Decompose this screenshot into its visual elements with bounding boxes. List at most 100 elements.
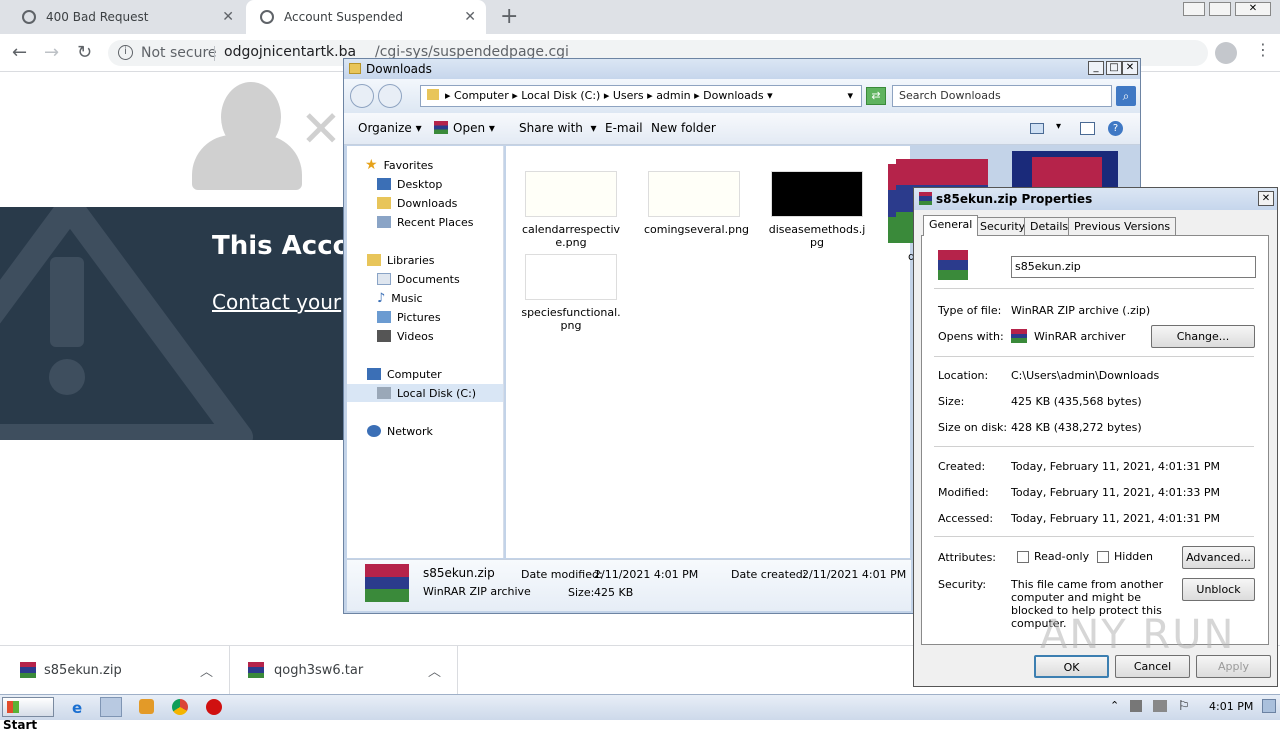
explorer-title: Downloads: [366, 62, 432, 76]
file-item[interactable]: diseasemethods.jpg: [767, 171, 867, 249]
tab-details[interactable]: Details: [1024, 217, 1075, 236]
chevron-up-icon[interactable]: ︿: [200, 661, 213, 680]
restore-icon[interactable]: [1209, 2, 1231, 16]
user-icon[interactable]: [1215, 42, 1237, 64]
nav-recent[interactable]: Recent Places: [377, 213, 474, 231]
contact-link[interactable]: Contact your: [212, 290, 341, 314]
libraries-icon: [367, 254, 381, 266]
nav-documents[interactable]: Documents: [377, 270, 460, 288]
size-value: 425 KB (435,568 bytes): [1011, 395, 1142, 408]
ok-button[interactable]: OK: [1034, 655, 1109, 678]
stop-icon[interactable]: [206, 699, 222, 715]
nav-videos[interactable]: Videos: [377, 327, 434, 345]
search-icon[interactable]: ⌕: [1116, 86, 1136, 106]
back-button[interactable]: [350, 84, 374, 108]
clock[interactable]: 4:01 PM: [1209, 700, 1253, 713]
nav-computer[interactable]: Computer: [367, 365, 442, 383]
hidden-checkbox[interactable]: Hidden: [1097, 550, 1153, 563]
apply-button[interactable]: Apply: [1196, 655, 1271, 678]
file-item[interactable]: comingseveral.png: [644, 171, 749, 236]
file-item[interactable]: calendarrespective.png: [521, 171, 621, 249]
file-item[interactable]: speciesfunctional.png: [521, 254, 621, 332]
forward-icon[interactable]: →: [44, 42, 59, 63]
tab-400-bad-request[interactable]: 400 Bad Request ✕: [8, 0, 244, 34]
open-menu[interactable]: Open ▾: [434, 121, 495, 135]
download-item[interactable]: s85ekun.zip ︿: [0, 646, 230, 694]
search-input[interactable]: Search Downloads: [892, 85, 1112, 107]
nav-downloads[interactable]: Downloads: [377, 194, 457, 212]
preview-pane-icon[interactable]: [1080, 122, 1095, 135]
properties-title-bar[interactable]: s85ekun.zip Properties ✕: [914, 188, 1277, 210]
explorer-title-bar[interactable]: Downloads _ □ ✕: [344, 59, 1140, 79]
new-folder-button[interactable]: New folder: [651, 121, 716, 135]
start-button[interactable]: Start: [2, 697, 54, 732]
folder-icon: [349, 63, 361, 74]
breadcrumb-item[interactable]: admin: [656, 89, 690, 102]
filename-input[interactable]: s85ekun.zip: [1011, 256, 1256, 278]
close-icon[interactable]: ✕: [222, 9, 234, 25]
share-menu[interactable]: Share with ▾: [519, 121, 597, 135]
back-icon[interactable]: ←: [12, 42, 27, 63]
nav-desktop[interactable]: Desktop: [377, 175, 442, 193]
speaker-icon[interactable]: [1130, 700, 1142, 712]
organize-label: Organize: [358, 121, 412, 135]
nav-music[interactable]: ♪ Music: [377, 289, 423, 307]
new-tab-icon[interactable]: +: [500, 4, 518, 29]
nav-local-disk[interactable]: Local Disk (C:): [347, 384, 503, 402]
location-value: C:\Users\admin\Downloads: [1011, 369, 1160, 382]
view-icon[interactable]: [1030, 123, 1044, 134]
chrome-icon[interactable]: [172, 699, 188, 715]
download-name: s85ekun.zip: [44, 662, 122, 678]
tab-account-suspended[interactable]: Account Suspended ✕: [246, 0, 486, 34]
help-icon[interactable]: ?: [1108, 121, 1123, 136]
date-modified-value: 2/11/2021 4:01 PM: [594, 568, 699, 581]
checkbox-box: [1017, 551, 1029, 563]
close-button[interactable]: ✕: [1122, 61, 1138, 75]
unblock-button[interactable]: Unblock: [1182, 578, 1255, 601]
organize-menu[interactable]: Organize ▾: [358, 121, 422, 135]
explorer-address-row: ▸ Computer ▸ Local Disk (C:) ▸ Users ▸ a…: [344, 79, 1140, 113]
tab-security[interactable]: Security: [974, 217, 1032, 236]
forward-button[interactable]: [378, 84, 402, 108]
flag-icon[interactable]: ⚐: [1178, 699, 1190, 714]
chevron-up-icon[interactable]: ︿: [428, 661, 441, 680]
view-dropdown-icon[interactable]: ▾: [1056, 121, 1061, 132]
tab-previous-versions[interactable]: Previous Versions: [1068, 217, 1177, 236]
network-tray-icon[interactable]: [1153, 700, 1167, 712]
reload-icon[interactable]: ↻: [77, 42, 92, 63]
breadcrumb-item[interactable]: Local Disk (C:): [521, 89, 600, 102]
refresh-icon[interactable]: ⇄: [866, 87, 886, 105]
nav-network[interactable]: Network: [367, 422, 433, 440]
minimize-button[interactable]: _: [1088, 61, 1104, 75]
breadcrumb[interactable]: ▸ Computer ▸ Local Disk (C:) ▸ Users ▸ a…: [420, 85, 862, 107]
cancel-button[interactable]: Cancel: [1115, 655, 1190, 678]
nav-favorites[interactable]: ★ Favorites: [365, 156, 433, 174]
media-player-icon[interactable]: [139, 699, 154, 714]
tab-general[interactable]: General: [923, 215, 979, 236]
close-button[interactable]: ✕: [1258, 191, 1274, 206]
file-thumbnail: [771, 171, 863, 217]
maximize-button[interactable]: □: [1106, 61, 1122, 75]
close-window-icon[interactable]: ✕: [1235, 2, 1271, 16]
menu-icon[interactable]: ⋮: [1255, 40, 1271, 59]
change-button[interactable]: Change...: [1151, 325, 1255, 348]
minimize-icon[interactable]: [1183, 2, 1205, 16]
desktop-icon: [377, 178, 391, 190]
close-icon[interactable]: ✕: [464, 9, 476, 25]
ie-icon[interactable]: e: [72, 699, 82, 717]
breadcrumb-item[interactable]: Users: [613, 89, 644, 102]
size-label: Size:: [938, 395, 965, 408]
breadcrumb-item[interactable]: Downloads: [703, 89, 763, 102]
explorer-task-icon[interactable]: [100, 697, 122, 717]
nav-pictures[interactable]: Pictures: [377, 308, 441, 326]
advanced-button[interactable]: Advanced...: [1182, 546, 1255, 569]
breadcrumb-item[interactable]: Computer: [454, 89, 509, 102]
nav-libraries[interactable]: Libraries: [367, 251, 435, 269]
share-label: Share with: [519, 121, 583, 135]
download-item[interactable]: qogh3sw6.tar ︿: [230, 646, 458, 694]
tray-chevron-icon[interactable]: ⌃: [1110, 699, 1119, 712]
readonly-checkbox[interactable]: Read-only: [1017, 550, 1089, 563]
email-button[interactable]: E-mail: [605, 121, 643, 135]
dropdown-icon[interactable]: ▾: [847, 86, 853, 106]
show-desktop-icon[interactable]: [1262, 699, 1276, 713]
